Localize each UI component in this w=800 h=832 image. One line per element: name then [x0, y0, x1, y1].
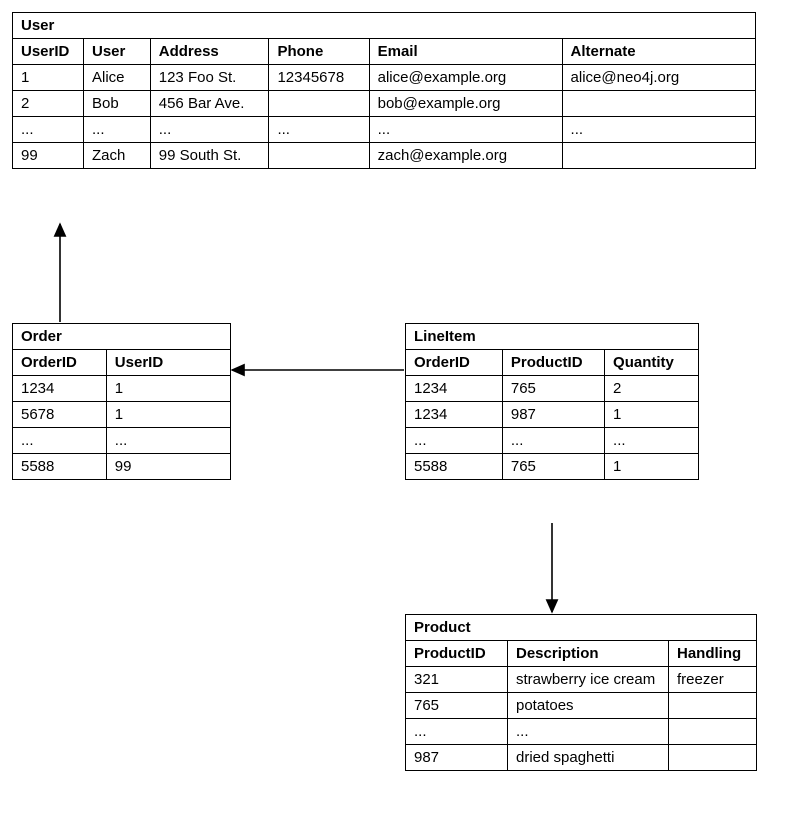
user-cell: 456 Bar Ave. [150, 91, 269, 117]
user-cell: 99 [13, 143, 83, 169]
user-cell: Alice [83, 65, 150, 91]
user-cell [269, 143, 369, 169]
user-cell [562, 143, 755, 169]
lineitem-col-0: OrderID [406, 350, 502, 376]
product-cell: 765 [406, 693, 508, 719]
user-cell: alice@neo4j.org [562, 65, 755, 91]
table-row: 765potatoes [406, 693, 756, 719]
user-col-1: User [83, 39, 150, 65]
user-cell: 1 [13, 65, 83, 91]
lineitem-cell: 1 [605, 454, 698, 480]
product-cell: potatoes [508, 693, 669, 719]
order-cell: ... [106, 428, 230, 454]
table-row: .................. [13, 117, 755, 143]
product-col-1: Description [508, 641, 669, 667]
user-cell: zach@example.org [369, 143, 562, 169]
product-cell [669, 745, 757, 771]
table-row: 12347652 [406, 376, 698, 402]
entity-lineitem-table: OrderIDProductIDQuantity 123476521234987… [406, 350, 698, 479]
order-cell: 5588 [13, 454, 106, 480]
user-cell: ... [150, 117, 269, 143]
user-cell: ... [269, 117, 369, 143]
entity-product-title: Product [406, 615, 756, 641]
lineitem-cell: 987 [502, 402, 604, 428]
user-col-2: Address [150, 39, 269, 65]
table-row: ......... [406, 428, 698, 454]
lineitem-cell: ... [605, 428, 698, 454]
user-cell: ... [562, 117, 755, 143]
lineitem-cell: 5588 [406, 454, 502, 480]
lineitem-cell: 1234 [406, 376, 502, 402]
table-row: 321strawberry ice creamfreezer [406, 667, 756, 693]
table-row: 12349871 [406, 402, 698, 428]
entity-product: Product ProductIDDescriptionHandling 321… [405, 614, 757, 771]
user-cell: alice@example.org [369, 65, 562, 91]
order-col-1: UserID [106, 350, 230, 376]
product-cell: ... [406, 719, 508, 745]
table-row: ...... [406, 719, 756, 745]
product-cell: 321 [406, 667, 508, 693]
entity-lineitem: LineItem OrderIDProductIDQuantity 123476… [405, 323, 699, 480]
table-row: 12341 [13, 376, 230, 402]
lineitem-cell: 2 [605, 376, 698, 402]
user-cell: Bob [83, 91, 150, 117]
user-cell: 12345678 [269, 65, 369, 91]
product-col-0: ProductID [406, 641, 508, 667]
user-cell: ... [369, 117, 562, 143]
user-cell: bob@example.org [369, 91, 562, 117]
entity-user-title: User [13, 13, 755, 39]
table-row: 1Alice123 Foo St.12345678alice@example.o… [13, 65, 755, 91]
entity-order: Order OrderIDUserID 1234156781......5588… [12, 323, 231, 480]
user-cell [269, 91, 369, 117]
entity-lineitem-title: LineItem [406, 324, 698, 350]
order-cell: ... [13, 428, 106, 454]
user-cell: ... [83, 117, 150, 143]
entity-user-table: UserIDUserAddressPhoneEmailAlternate 1Al… [13, 39, 755, 168]
lineitem-cell: ... [406, 428, 502, 454]
order-cell: 1234 [13, 376, 106, 402]
table-row: 987dried spaghetti [406, 745, 756, 771]
lineitem-col-2: Quantity [605, 350, 698, 376]
user-cell [562, 91, 755, 117]
order-cell: 1 [106, 376, 230, 402]
table-row: 55887651 [406, 454, 698, 480]
order-cell: 5678 [13, 402, 106, 428]
lineitem-cell: 1 [605, 402, 698, 428]
lineitem-cell: 765 [502, 376, 604, 402]
product-cell: strawberry ice cream [508, 667, 669, 693]
user-cell: Zach [83, 143, 150, 169]
user-cell: 123 Foo St. [150, 65, 269, 91]
product-cell: freezer [669, 667, 757, 693]
order-cell: 1 [106, 402, 230, 428]
product-cell: dried spaghetti [508, 745, 669, 771]
entity-product-table: ProductIDDescriptionHandling 321strawber… [406, 641, 756, 770]
user-col-4: Email [369, 39, 562, 65]
table-row: ...... [13, 428, 230, 454]
entity-order-title: Order [13, 324, 230, 350]
product-cell [669, 693, 757, 719]
product-cell: 987 [406, 745, 508, 771]
user-col-3: Phone [269, 39, 369, 65]
lineitem-cell: ... [502, 428, 604, 454]
user-col-5: Alternate [562, 39, 755, 65]
table-row: 2Bob456 Bar Ave. bob@example.org [13, 91, 755, 117]
product-cell: ... [508, 719, 669, 745]
entity-user: User UserIDUserAddressPhoneEmailAlternat… [12, 12, 756, 169]
product-col-2: Handling [669, 641, 757, 667]
lineitem-cell: 1234 [406, 402, 502, 428]
lineitem-cell: 765 [502, 454, 604, 480]
table-row: 558899 [13, 454, 230, 480]
table-row: 99Zach99 South St. zach@example.org [13, 143, 755, 169]
lineitem-col-1: ProductID [502, 350, 604, 376]
entity-order-table: OrderIDUserID 1234156781......558899 [13, 350, 230, 479]
user-cell: 2 [13, 91, 83, 117]
order-cell: 99 [106, 454, 230, 480]
er-diagram: User UserIDUserAddressPhoneEmailAlternat… [0, 0, 800, 832]
product-cell [669, 719, 757, 745]
order-col-0: OrderID [13, 350, 106, 376]
user-cell: ... [13, 117, 83, 143]
user-cell: 99 South St. [150, 143, 269, 169]
user-col-0: UserID [13, 39, 83, 65]
table-row: 56781 [13, 402, 230, 428]
